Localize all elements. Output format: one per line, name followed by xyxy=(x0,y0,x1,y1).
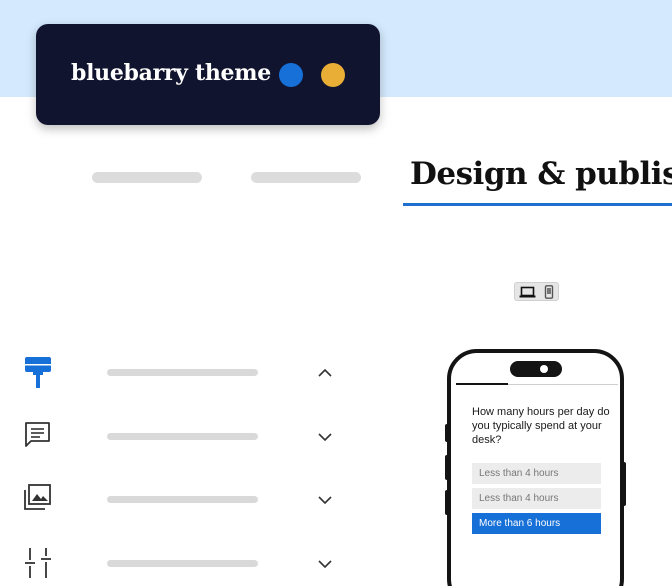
tool-row-questions[interactable] xyxy=(0,419,360,463)
preview-tab-active xyxy=(456,383,508,385)
primary-color-swatch[interactable] xyxy=(279,63,303,87)
camera-dot xyxy=(540,365,548,373)
tool-label-placeholder xyxy=(107,433,258,440)
theme-card[interactable]: bluebarry theme xyxy=(36,24,380,125)
phone-notch xyxy=(510,361,562,377)
active-tab-underline xyxy=(403,203,672,206)
theme-title: bluebarry theme xyxy=(71,60,271,86)
paint-roller-icon xyxy=(22,355,54,391)
chevron-down-icon[interactable] xyxy=(315,427,335,447)
phone-icon[interactable] xyxy=(538,284,559,300)
tool-label-placeholder xyxy=(107,560,258,567)
phone-preview: How many hours per day do you typically … xyxy=(447,349,624,586)
tab-design-publish[interactable]: Design & publish xyxy=(410,156,672,192)
laptop-icon[interactable] xyxy=(517,284,538,300)
message-icon xyxy=(22,419,54,455)
chevron-down-icon[interactable] xyxy=(315,490,335,510)
tool-row-style[interactable] xyxy=(0,355,360,399)
tool-label-placeholder xyxy=(107,369,258,376)
survey-option-selected[interactable]: More than 6 hours xyxy=(472,513,601,534)
device-toggle[interactable] xyxy=(514,282,559,301)
accent-color-swatch[interactable] xyxy=(321,63,345,87)
chevron-down-icon[interactable] xyxy=(315,554,335,574)
survey-option[interactable]: Less than 4 hours xyxy=(472,463,601,484)
image-gallery-icon xyxy=(22,482,54,518)
chevron-up-icon[interactable] xyxy=(315,363,335,383)
survey-option[interactable]: Less than 4 hours xyxy=(472,488,601,509)
tab-placeholder-1[interactable] xyxy=(92,172,202,183)
tool-row-settings[interactable] xyxy=(0,546,360,586)
tool-row-media[interactable] xyxy=(0,482,360,526)
survey-question: How many hours per day do you typically … xyxy=(472,406,610,446)
tool-label-placeholder xyxy=(107,496,258,503)
tab-placeholder-2[interactable] xyxy=(251,172,361,183)
sliders-icon xyxy=(22,546,54,582)
